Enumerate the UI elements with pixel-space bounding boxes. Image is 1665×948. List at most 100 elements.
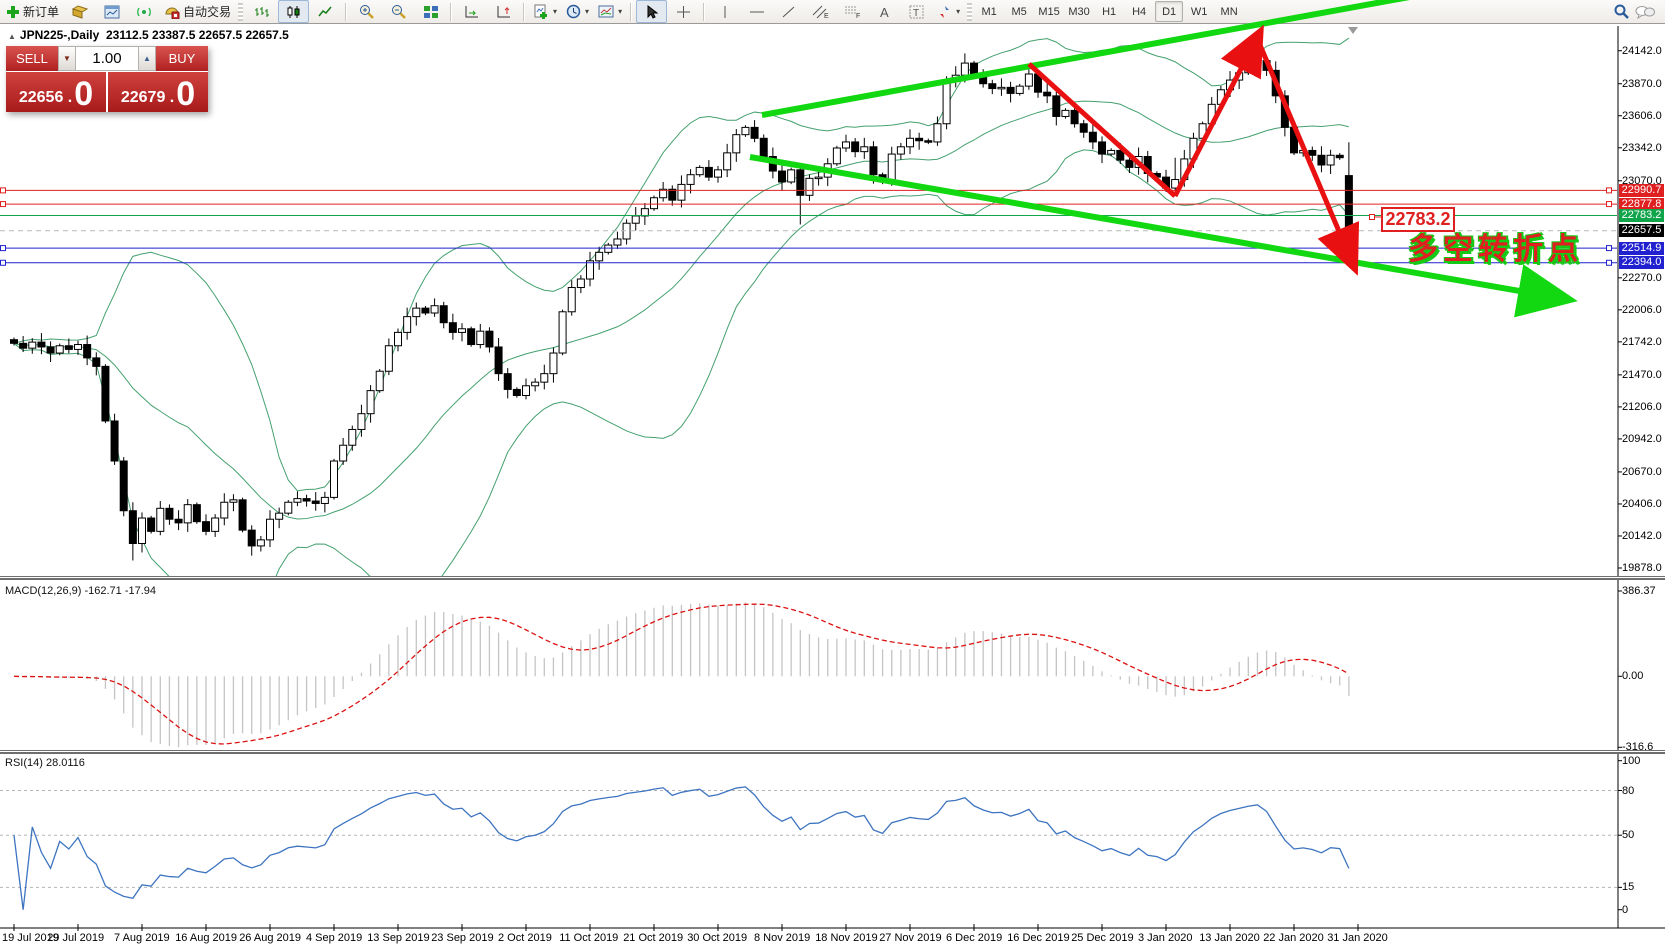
zoom-in-button[interactable] xyxy=(351,0,382,23)
templates-button[interactable]: ▾ xyxy=(594,0,626,23)
crosshair-icon xyxy=(676,5,691,19)
rsi-pane-separator[interactable] xyxy=(0,750,1665,754)
arrows-icon xyxy=(937,5,952,19)
timeframe-toolbar: M1M5M15M30H1H4D1W1MN xyxy=(975,1,1243,22)
timeframe-M5[interactable]: M5 xyxy=(1005,1,1033,22)
date-axis-tick: 27 Nov 2019 xyxy=(879,932,941,944)
collapse-arrow-icon[interactable]: ▲ xyxy=(8,32,16,41)
crosshair-button[interactable] xyxy=(668,0,699,23)
vertical-line-button[interactable] xyxy=(709,0,740,23)
indicators-button[interactable]: ▾ xyxy=(529,0,561,23)
auto-scroll-button[interactable] xyxy=(456,0,487,23)
autotrade-label: 自动交易 xyxy=(183,3,231,20)
chart-window-icon xyxy=(104,5,120,19)
price-level-label: 22783.2 xyxy=(1619,209,1664,222)
date-axis-tick: 7 Aug 2019 xyxy=(114,932,170,944)
rsi-label: RSI(14) 28.0116 xyxy=(5,757,85,769)
cursor-button[interactable] xyxy=(636,0,667,23)
sell-price-int: 22656 . xyxy=(19,87,72,109)
text-icon: A xyxy=(878,5,891,19)
text-label-icon: T xyxy=(909,5,924,19)
dropdown-caret: ▾ xyxy=(618,7,622,16)
svg-text:T: T xyxy=(913,8,919,19)
date-axis-tick: 16 Aug 2019 xyxy=(175,932,237,944)
dropdown-caret: ▾ xyxy=(553,7,557,16)
sell-button[interactable]: SELL xyxy=(6,46,58,71)
timeframe-H1[interactable]: H1 xyxy=(1095,1,1123,22)
date-axis-tick: 29 Jul 2019 xyxy=(47,932,104,944)
line-chart-icon xyxy=(318,5,333,19)
chart-canvas[interactable] xyxy=(0,0,1665,948)
buy-price-big: 0 xyxy=(176,79,195,109)
toolbar-separator xyxy=(450,3,452,21)
volume-decrease-button[interactable]: ▼ xyxy=(58,46,76,71)
candlestick-icon xyxy=(286,5,301,19)
dropdown-caret: ▾ xyxy=(585,7,589,16)
line-chart-button[interactable] xyxy=(310,0,341,23)
bar-chart-icon xyxy=(254,5,269,19)
text-label-button[interactable]: T xyxy=(901,0,932,23)
equidistant-channel-button[interactable]: E xyxy=(805,0,836,23)
signals-button[interactable] xyxy=(128,0,159,23)
date-axis-tick: 26 Aug 2019 xyxy=(239,932,301,944)
dropdown-caret: ▾ xyxy=(956,7,960,16)
buy-price[interactable]: 22679 . 0 xyxy=(108,72,208,112)
new-order-button[interactable]: 新订单 xyxy=(2,0,63,23)
arrows-button[interactable]: ▾ xyxy=(933,0,964,23)
svg-text:F: F xyxy=(856,13,860,19)
periods-button[interactable]: ▾ xyxy=(562,0,593,23)
bar-chart-button[interactable] xyxy=(246,0,277,23)
one-click-trading-panel: SELL ▼ 1.00 ▲ BUY 22656 . 0 22679 . 0 xyxy=(6,46,208,112)
svg-text:E: E xyxy=(824,13,829,19)
fibonacci-button[interactable]: F xyxy=(837,0,868,23)
svg-text:A: A xyxy=(880,5,889,19)
toolbar-grip xyxy=(967,3,972,21)
toolbar-separator xyxy=(630,3,632,21)
indicators-icon xyxy=(533,4,549,19)
turning-point-note[interactable]: 多空转折点 xyxy=(1408,224,1583,268)
timeframe-M1[interactable]: M1 xyxy=(975,1,1003,22)
timeframe-D1[interactable]: D1 xyxy=(1155,1,1183,22)
text-button[interactable]: A xyxy=(869,0,900,23)
date-axis-tick: 25 Dec 2019 xyxy=(1071,932,1133,944)
timeframe-H4[interactable]: H4 xyxy=(1125,1,1153,22)
timeframe-MN[interactable]: MN xyxy=(1215,1,1243,22)
trendline-button[interactable] xyxy=(773,0,804,23)
toolbar-separator xyxy=(345,3,347,21)
date-axis-tick: 8 Nov 2019 xyxy=(754,932,810,944)
clock-icon xyxy=(566,4,581,19)
date-axis-tick: 13 Sep 2019 xyxy=(367,932,429,944)
market-watch-button[interactable] xyxy=(64,0,95,23)
volume-increase-button[interactable]: ▲ xyxy=(138,46,156,71)
timeframe-W1[interactable]: W1 xyxy=(1185,1,1213,22)
horizontal-line-button[interactable] xyxy=(741,0,772,23)
volume-input[interactable]: 1.00 xyxy=(76,46,138,71)
macd-pane-separator[interactable] xyxy=(0,576,1665,580)
zoom-out-button[interactable] xyxy=(383,0,414,23)
toolbar: 新订单 自动交易 xyxy=(0,0,1665,24)
zoom-out-icon xyxy=(391,4,407,19)
chat-icon[interactable] xyxy=(1635,5,1655,19)
candlestick-chart-button[interactable] xyxy=(278,0,309,23)
new-order-label: 新订单 xyxy=(23,3,59,20)
chart-title: ▲JPN225-,Daily 23112.5 23387.5 22657.5 2… xyxy=(8,28,289,42)
sell-price[interactable]: 22656 . 0 xyxy=(6,72,106,112)
toolbar-separator xyxy=(523,3,525,21)
autotrade-button[interactable]: 自动交易 xyxy=(160,0,235,23)
profile-charts-button[interactable] xyxy=(96,0,127,23)
caret-up-icon: ▲ xyxy=(143,54,151,63)
date-axis-tick: 31 Jan 2020 xyxy=(1327,932,1388,944)
macd-label: MACD(12,26,9) -162.71 -17.94 xyxy=(5,585,156,597)
chart-ohlc-values: 23112.5 23387.5 22657.5 22657.5 xyxy=(106,28,289,42)
timeframe-M15[interactable]: M15 xyxy=(1035,1,1063,22)
search-icon[interactable] xyxy=(1614,4,1629,19)
sell-price-big: 0 xyxy=(74,79,93,109)
tile-windows-button[interactable] xyxy=(415,0,446,23)
price-level-label: 22514.9 xyxy=(1619,242,1664,255)
buy-button[interactable]: BUY xyxy=(156,46,208,71)
timeframe-M30[interactable]: M30 xyxy=(1065,1,1093,22)
date-axis-tick: 18 Nov 2019 xyxy=(815,932,877,944)
chart-shift-button[interactable] xyxy=(488,0,519,23)
toolbar-separator xyxy=(703,3,705,21)
date-axis-tick: 16 Dec 2019 xyxy=(1007,932,1069,944)
